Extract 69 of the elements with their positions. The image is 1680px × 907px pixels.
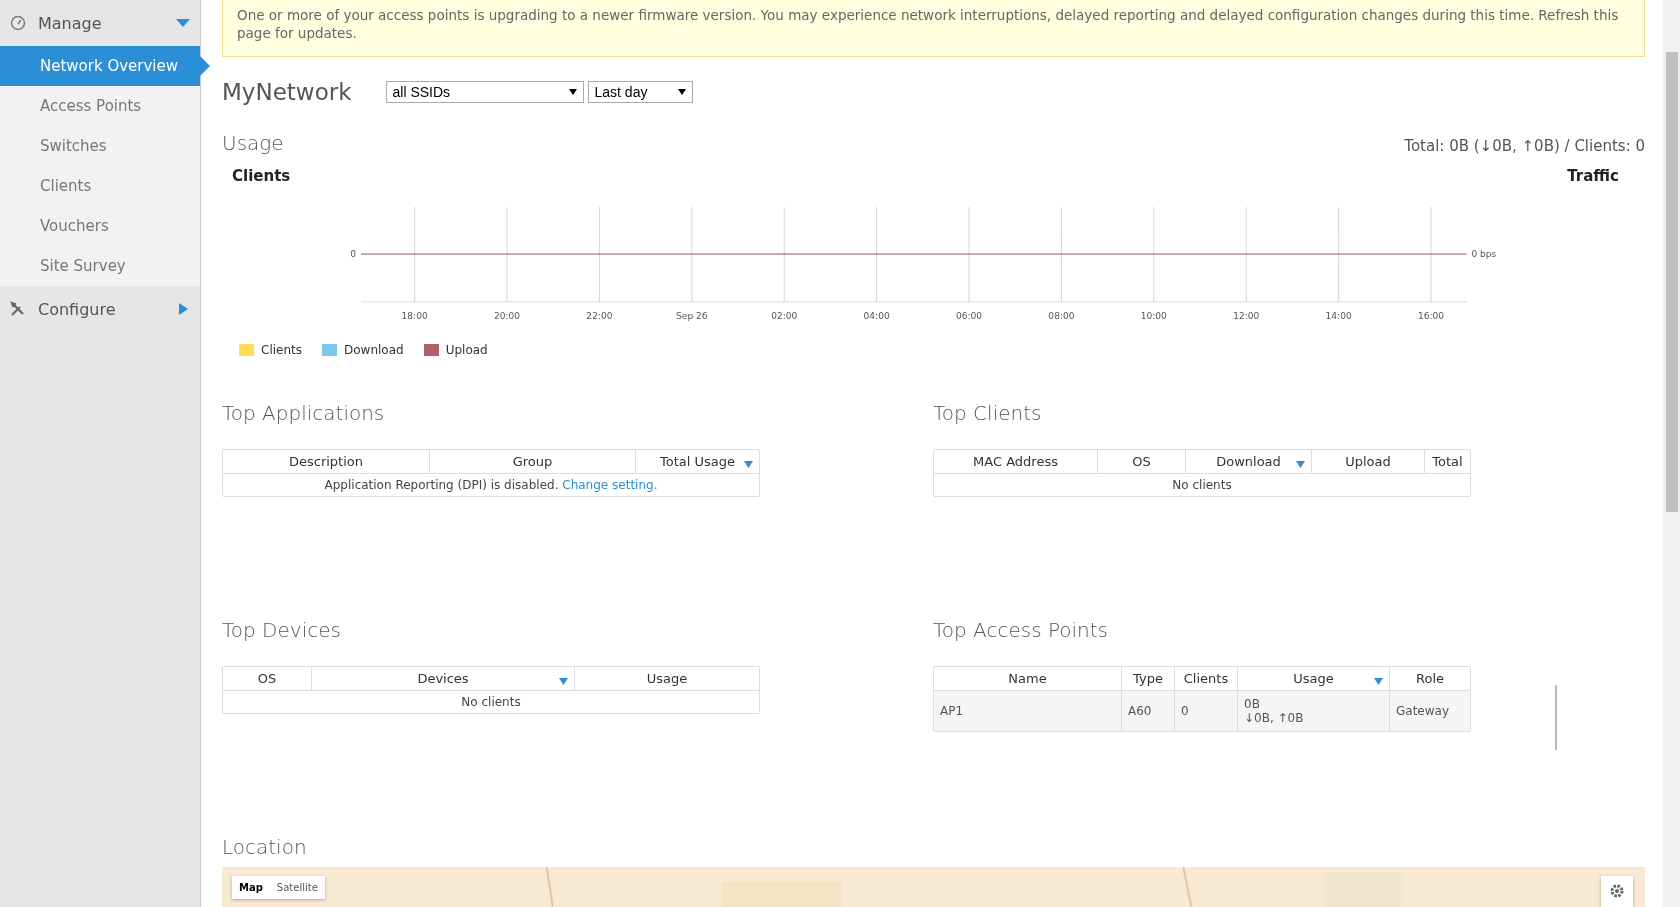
axis-label: 04:00 [863, 311, 890, 322]
section-title: Location [222, 835, 308, 859]
warning-banner: One or more of your access points is upgrading to a newer firmware version. You may experience network interruptions, delayed reporting and delayed configuration changes during this time. Refresh this page for updates. [222, 0, 1645, 57]
column-header[interactable]: Group [429, 450, 635, 474]
sidebar-item[interactable]: Switches [0, 126, 200, 166]
settings-icon [1610, 884, 1624, 898]
column-header[interactable]: Upload [1311, 450, 1424, 474]
tools-icon [10, 301, 26, 317]
axis-label: 10:00 [1140, 311, 1167, 322]
caret-right-icon [176, 303, 190, 315]
column-header[interactable]: Total Usage [635, 450, 759, 474]
column-header[interactable]: OS [223, 667, 311, 691]
section-title: Usage [222, 131, 284, 155]
sidebar-item[interactable]: Vouchers [0, 206, 200, 246]
section-title: Top Devices [222, 618, 342, 642]
column-header[interactable]: Description [223, 450, 429, 474]
axis-label: 0 bps [1471, 249, 1497, 260]
column-header[interactable]: Total [1424, 450, 1470, 474]
sidebar-item[interactable]: Clients [0, 166, 200, 206]
column-header[interactable]: Download [1185, 450, 1311, 474]
column-header[interactable]: Devices [311, 667, 574, 691]
map-settings-button[interactable] [1601, 876, 1633, 907]
axis-label: 02:00 [771, 311, 798, 322]
caret-down-icon [568, 89, 577, 95]
axis-label: 06:00 [955, 311, 983, 322]
axis-label: 12:00 [1233, 311, 1260, 322]
axis-label: 08:00 [1048, 311, 1075, 322]
chart-title: Clients [232, 167, 291, 185]
table-cell: 0 [1174, 691, 1237, 731]
pointer-icon [200, 56, 210, 76]
axis-label: 14:00 [1325, 311, 1352, 322]
filter-select[interactable]: Last day [587, 81, 693, 103]
usage-summary: Total: 0B (↓0B, ↑0B) / Clients: 0 [1404, 137, 1645, 155]
sidebar-item[interactable]: Site Survey [0, 246, 200, 286]
axis-label: Sep 26 [676, 311, 708, 322]
table-cell: A60 [1121, 691, 1174, 731]
section-title: Top Access Points [933, 618, 1109, 642]
scrollbar-thumb[interactable] [1665, 52, 1678, 512]
filter-select[interactable]: all SSIDs [385, 81, 584, 103]
column-header[interactable]: MAC Address [934, 450, 1097, 474]
axis-label: 22:00 [586, 311, 613, 322]
map-type-tab[interactable]: Satellite [269, 876, 325, 899]
scrollbar[interactable] [1663, 0, 1680, 907]
empty-message: No clients [460, 694, 522, 711]
legend-label: Upload [445, 343, 488, 357]
change-setting-link[interactable]: Change setting. [562, 478, 658, 492]
axis-label: 18:00 [401, 311, 428, 322]
section-title: Top Applications [222, 401, 386, 425]
legend-label: Download [344, 343, 404, 357]
page-title: MyNetwork [222, 79, 352, 105]
chart-title: Traffic [1567, 167, 1619, 185]
empty-message: No clients [1171, 477, 1233, 494]
column-header[interactable]: Usage [574, 667, 759, 691]
section-title: Top Clients [933, 401, 1043, 425]
table-cell-text: AP1 [939, 703, 965, 720]
column-header[interactable]: OS [1097, 450, 1185, 474]
map-type-tab[interactable]: Map [232, 876, 270, 899]
scroll-indicator [1555, 685, 1557, 750]
gauge-icon [10, 15, 26, 31]
axis-label: 16:00 [1417, 311, 1445, 322]
caret-down-icon [176, 17, 190, 29]
empty-message: Application Reporting (DPI) is disabled. Change setting. [323, 477, 659, 494]
caret-down-icon [677, 89, 686, 95]
axis-label: 0 [350, 249, 357, 260]
axis-label: 20:00 [493, 311, 521, 322]
table-cell: Gateway [1389, 691, 1470, 731]
sidebar-item[interactable]: Access Points [0, 86, 200, 126]
legend-label: Clients [261, 343, 302, 357]
table-cell: 0B ↓0B, ↑0B [1237, 691, 1389, 731]
